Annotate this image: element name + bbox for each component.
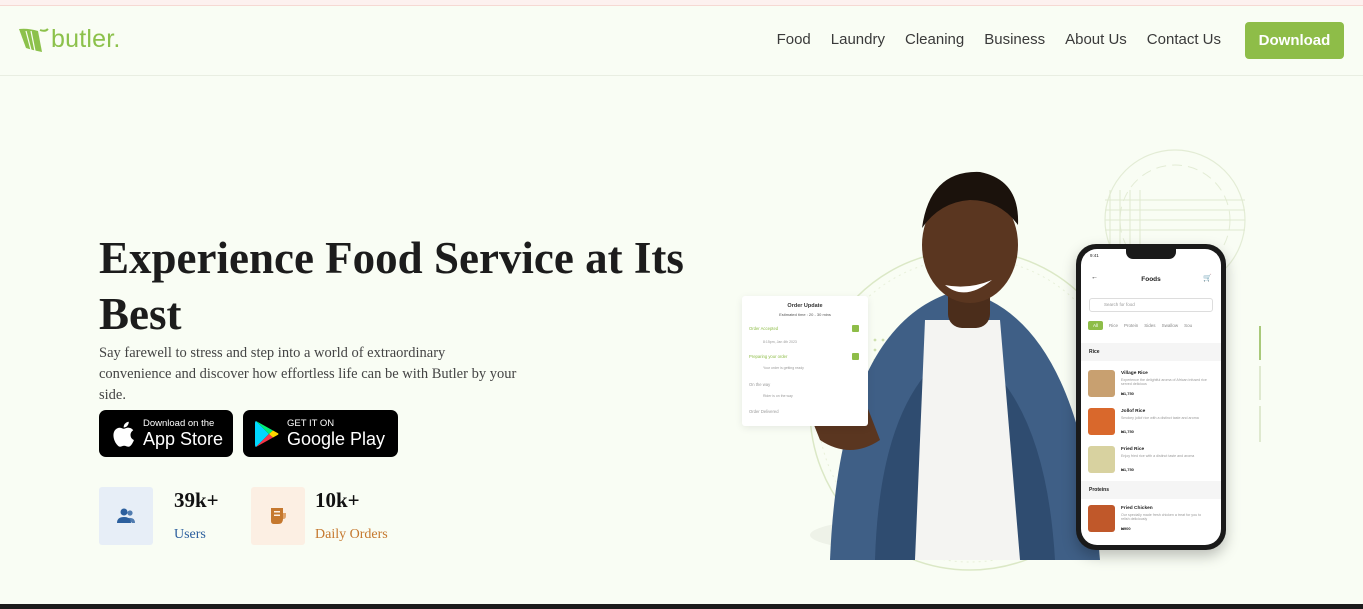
hero-subtitle: Say farewell to stress and step into a w… xyxy=(99,345,517,403)
food-price: ₦900 xyxy=(1121,526,1131,531)
phone-notch xyxy=(1126,249,1176,259)
order-card-estimate: Estimated time : 20 - 30 mins xyxy=(779,312,831,317)
order-step-label: Order Delivered xyxy=(749,409,779,414)
google-play-button[interactable]: GET IT ON Google Play xyxy=(243,410,398,457)
google-play-small-text: GET IT ON xyxy=(287,418,335,429)
food-image xyxy=(1088,408,1115,435)
food-price: ₦1,750 xyxy=(1121,391,1134,396)
carousel-indicator[interactable] xyxy=(1259,366,1261,400)
top-border xyxy=(0,0,1363,6)
nav-cleaning[interactable]: Cleaning xyxy=(905,31,964,48)
food-price: ₦1,750 xyxy=(1121,429,1134,434)
phone-mockup: 9:41 ← Foods 🛒 Search for food All Rice … xyxy=(1076,244,1226,550)
phone-title: Foods xyxy=(1141,276,1161,283)
phone-tabs: All Rice Protein Sides Swallow Sou xyxy=(1088,321,1192,330)
phone-tab: All xyxy=(1088,321,1104,330)
phone-food-item: Jollof Rice Smokey jollof rice with a di… xyxy=(1088,405,1214,439)
phone-section-title: Proteins xyxy=(1081,481,1221,499)
phone-tab: Swallow xyxy=(1161,323,1179,328)
nav-about-us[interactable]: About Us xyxy=(1065,31,1127,48)
check-icon xyxy=(852,353,859,360)
cart-icon: 🛒 xyxy=(1203,275,1212,282)
download-button[interactable]: Download xyxy=(1245,22,1344,59)
orders-stat-icon-box xyxy=(251,487,305,545)
orders-stat-value: 10k+ xyxy=(315,488,360,512)
food-name: Fried Chicken xyxy=(1121,506,1153,511)
users-stat-label: Users xyxy=(174,527,206,542)
order-step-label: Preparing your order xyxy=(749,354,788,359)
nav-business[interactable]: Business xyxy=(984,31,1045,48)
phone-tab: Rice xyxy=(1109,323,1119,328)
phone-food-item: Village Rice Experience the delightful a… xyxy=(1088,367,1214,401)
food-desc: Experience the delightful aroma of Afric… xyxy=(1121,378,1207,387)
check-icon xyxy=(852,325,859,332)
main-nav: Food Laundry Cleaning Business About Us … xyxy=(757,31,1221,48)
order-card-title: Order Update xyxy=(787,303,823,309)
order-step-sub: 8:15pm, Jan 4th 2023 xyxy=(763,340,797,344)
app-store-big-text: App Store xyxy=(143,429,224,449)
phone-food-item: Fried Chicken Our specially made fresh c… xyxy=(1088,502,1214,536)
phone-screen: 9:41 ← Foods 🛒 Search for food All Rice … xyxy=(1081,249,1221,545)
butler-leaf-icon xyxy=(19,27,49,52)
order-step-label: On the way xyxy=(749,382,771,387)
order-step-sub: Rider is on the way xyxy=(763,394,793,398)
app-store-button[interactable]: Download on the App Store xyxy=(99,410,233,457)
phone-tab: Sides xyxy=(1144,323,1156,328)
food-desc: Our specially made fresh chicken a treat… xyxy=(1121,513,1202,522)
users-icon xyxy=(117,508,135,523)
food-name: Jollof Rice xyxy=(1121,409,1146,414)
users-stat-icon-box xyxy=(99,487,153,545)
order-update-card: Order Update Estimated time : 20 - 30 mi… xyxy=(742,296,868,426)
bottom-border xyxy=(0,604,1363,609)
phone-tab: Sou xyxy=(1184,323,1193,328)
phone-food-item: Fried Rice Enjoy fried rice with a disti… xyxy=(1088,443,1214,477)
google-play-big-text: Google Play xyxy=(287,429,386,449)
phone-section-title: Rice xyxy=(1081,343,1221,361)
phone-tab: Protein xyxy=(1124,323,1139,328)
orders-stat-label: Daily Orders xyxy=(315,527,388,542)
order-step-label: Order Accepted xyxy=(749,326,779,331)
carousel-indicator[interactable] xyxy=(1259,406,1261,442)
food-price: ₦1,750 xyxy=(1121,467,1134,472)
food-image xyxy=(1088,505,1115,532)
apple-icon xyxy=(108,419,138,449)
phone-search-input: Search for food xyxy=(1089,298,1213,312)
food-name: Village Rice xyxy=(1121,371,1148,376)
phone-time: 9:41 xyxy=(1090,253,1099,258)
google-play-icon xyxy=(252,419,282,449)
logo-text: butler. xyxy=(51,25,121,53)
food-name: Fried Rice xyxy=(1121,447,1145,452)
app-store-small-text: Download on the xyxy=(143,418,215,429)
food-image xyxy=(1088,370,1115,397)
site-header: butler. Food Laundry Cleaning Business A… xyxy=(0,7,1363,76)
nav-food[interactable]: Food xyxy=(777,31,811,48)
food-image xyxy=(1088,446,1115,473)
carousel-indicator-active[interactable] xyxy=(1259,326,1261,360)
nav-contact-us[interactable]: Contact Us xyxy=(1147,31,1221,48)
users-stat-value: 39k+ xyxy=(174,488,219,512)
butler-logo[interactable]: butler. xyxy=(18,25,121,54)
receipt-icon xyxy=(271,508,286,524)
food-desc: Smokey jollof rice with a distinct taste… xyxy=(1121,416,1199,420)
nav-laundry[interactable]: Laundry xyxy=(831,31,885,48)
order-step-sub: Your order is getting ready xyxy=(763,366,804,370)
food-desc: Enjoy fried rice with a distinct taste a… xyxy=(1121,454,1195,458)
hero-title: Experience Food Service at Its Best xyxy=(99,233,684,339)
